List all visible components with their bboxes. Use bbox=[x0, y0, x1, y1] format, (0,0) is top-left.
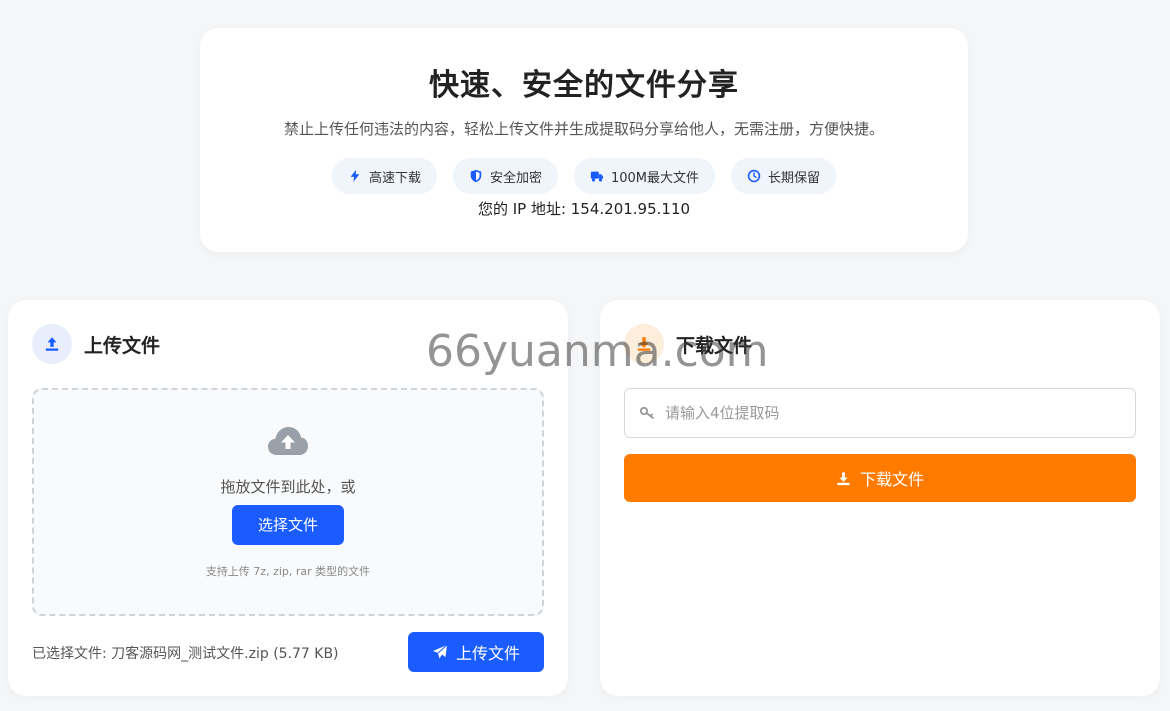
shield-icon bbox=[470, 169, 482, 183]
feature-label: 100M最大文件 bbox=[610, 170, 700, 186]
drop-instruction: 拖放文件到此处，或 bbox=[220, 478, 356, 496]
file-type-hint: 支持上传 7z, zip, rar 类型的文件 bbox=[205, 565, 371, 578]
feature-max-size: 100M最大文件 bbox=[573, 158, 716, 194]
upload-title: 上传文件 bbox=[84, 334, 161, 357]
feature-long-retention: 长期保留 bbox=[731, 158, 837, 194]
ip-address: 您的 IP 地址: 154.201.95.110 bbox=[477, 200, 691, 218]
extraction-code-input[interactable] bbox=[665, 404, 1105, 422]
download-button-label: 下载文件 bbox=[859, 470, 924, 489]
upload-header: 上传文件 bbox=[32, 324, 160, 364]
bolt-icon bbox=[350, 169, 360, 183]
file-drop-zone[interactable]: 拖放文件到此处，或 选择文件 支持上传 7z, zip, rar 类型的文件 bbox=[32, 388, 544, 616]
upload-icon bbox=[45, 337, 59, 351]
truck-icon bbox=[590, 171, 604, 182]
watermark: 66yuanma.com bbox=[426, 326, 769, 377]
key-icon bbox=[639, 406, 654, 419]
cloud-upload-icon bbox=[268, 427, 308, 455]
hero-card: 快速、安全的文件分享 禁止上传任何违法的内容，轻松上传文件并生成提取码分享给他人… bbox=[200, 28, 968, 252]
page-title: 快速、安全的文件分享 bbox=[429, 68, 739, 103]
selected-file-info: 已选择文件: 刀客源码网_测试文件.zip (5.77 KB) bbox=[32, 646, 339, 662]
feature-label: 长期保留 bbox=[768, 170, 821, 186]
choose-file-button[interactable]: 选择文件 bbox=[232, 505, 344, 545]
feature-fast-download: 高速下载 bbox=[331, 158, 437, 194]
download-icon bbox=[837, 471, 850, 485]
paper-plane-icon bbox=[432, 644, 448, 659]
upload-header-badge bbox=[32, 324, 72, 364]
page-subtitle: 禁止上传任何违法的内容，轻松上传文件并生成提取码分享给他人，无需注册，方便快捷。 bbox=[283, 120, 884, 138]
clock-icon bbox=[747, 169, 761, 183]
download-file-button[interactable]: 下载文件 bbox=[624, 454, 1136, 502]
feature-label: 安全加密 bbox=[489, 170, 542, 186]
feature-label: 高速下载 bbox=[368, 170, 421, 186]
upload-file-button[interactable]: 上传文件 bbox=[408, 632, 544, 672]
extraction-code-field[interactable] bbox=[624, 388, 1136, 438]
feature-list: 高速下载 安全加密 100M最大文件 长期保留 bbox=[200, 158, 968, 194]
feature-secure-encryption: 安全加密 bbox=[452, 158, 558, 194]
upload-button-label: 上传文件 bbox=[455, 644, 520, 663]
